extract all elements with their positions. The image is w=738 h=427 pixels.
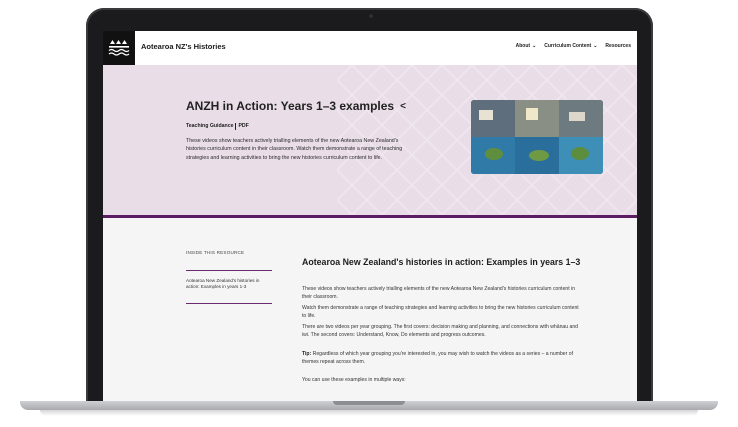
site-logo[interactable] — [103, 31, 135, 65]
photo-tile — [471, 100, 515, 137]
tip-label: Tip: — [302, 351, 312, 357]
main-nav: About ⌄ Curriculum Content ⌄ Resources — [516, 43, 631, 49]
paper-shape — [479, 110, 493, 120]
page-title: ANZH in Action: Years 1–3 examples < — [186, 99, 406, 113]
meta-divider — [235, 123, 237, 130]
chevron-down-icon: ⌄ — [593, 43, 598, 49]
laptop-frame: Aotearoa NZ's Histories About ⌄ Curricul… — [86, 8, 653, 416]
resource-meta: Teaching Guidance PDF — [186, 123, 249, 130]
main-content: INSIDE THIS RESOURCE Aotearoa New Zealan… — [103, 218, 637, 405]
sidebar-item-link[interactable]: Aotearoa New Zealand's histories in acti… — [186, 278, 272, 291]
section-heading: Aotearoa New Zealand's histories in acti… — [302, 257, 581, 267]
tip-paragraph: Tip: Regardless of which year grouping y… — [302, 350, 584, 366]
tip-text: Regardless of which year grouping you're… — [302, 351, 573, 366]
paragraph-2: Watch them demonstrate a range of teachi… — [302, 305, 579, 320]
nav-curriculum-label: Curriculum Content — [544, 43, 592, 49]
inside-resource-label: INSIDE THIS RESOURCE — [186, 250, 245, 255]
island-shape — [529, 150, 549, 161]
nav-resources[interactable]: Resources — [605, 43, 631, 49]
paper-shape — [569, 112, 585, 121]
sidebar-rule-top — [186, 270, 272, 271]
classroom-photo — [471, 100, 603, 174]
share-icon[interactable]: < — [400, 101, 406, 112]
browser-screen: Aotearoa NZ's Histories About ⌄ Curricul… — [103, 31, 637, 405]
laptop-base — [20, 401, 718, 410]
laptop-shadow — [40, 410, 698, 416]
sidebar-rule-bottom — [186, 303, 272, 304]
site-header: Aotearoa NZ's Histories About ⌄ Curricul… — [103, 31, 637, 65]
chevron-down-icon: ⌄ — [532, 43, 537, 49]
nav-curriculum-content[interactable]: Curriculum Content ⌄ — [544, 43, 597, 49]
nav-about-label: About — [515, 43, 531, 49]
nav-resources-label: Resources — [605, 43, 631, 49]
paragraph-1: These videos show teachers actively tria… — [302, 286, 576, 301]
paragraph-3: There are two videos per year grouping. … — [302, 324, 578, 339]
page-title-text: ANZH in Action: Years 1–3 examples — [186, 99, 395, 113]
island-shape — [571, 147, 589, 160]
island-shape — [485, 148, 503, 160]
waves-logo-icon — [108, 40, 130, 56]
resource-type: Teaching Guidance — [186, 123, 234, 129]
resource-format: PDF — [238, 123, 249, 129]
nav-about[interactable]: About ⌄ — [516, 43, 537, 49]
laptop-notch — [333, 401, 405, 405]
hero-description: These videos show teachers actively tria… — [186, 138, 403, 161]
paper-shape — [526, 108, 538, 120]
camera-dot — [369, 14, 373, 18]
site-title[interactable]: Aotearoa NZ's Histories — [141, 42, 226, 51]
paragraph-5: You can use these examples in multiple w… — [302, 377, 406, 383]
hero-banner: ANZH in Action: Years 1–3 examples < Tea… — [103, 65, 637, 215]
